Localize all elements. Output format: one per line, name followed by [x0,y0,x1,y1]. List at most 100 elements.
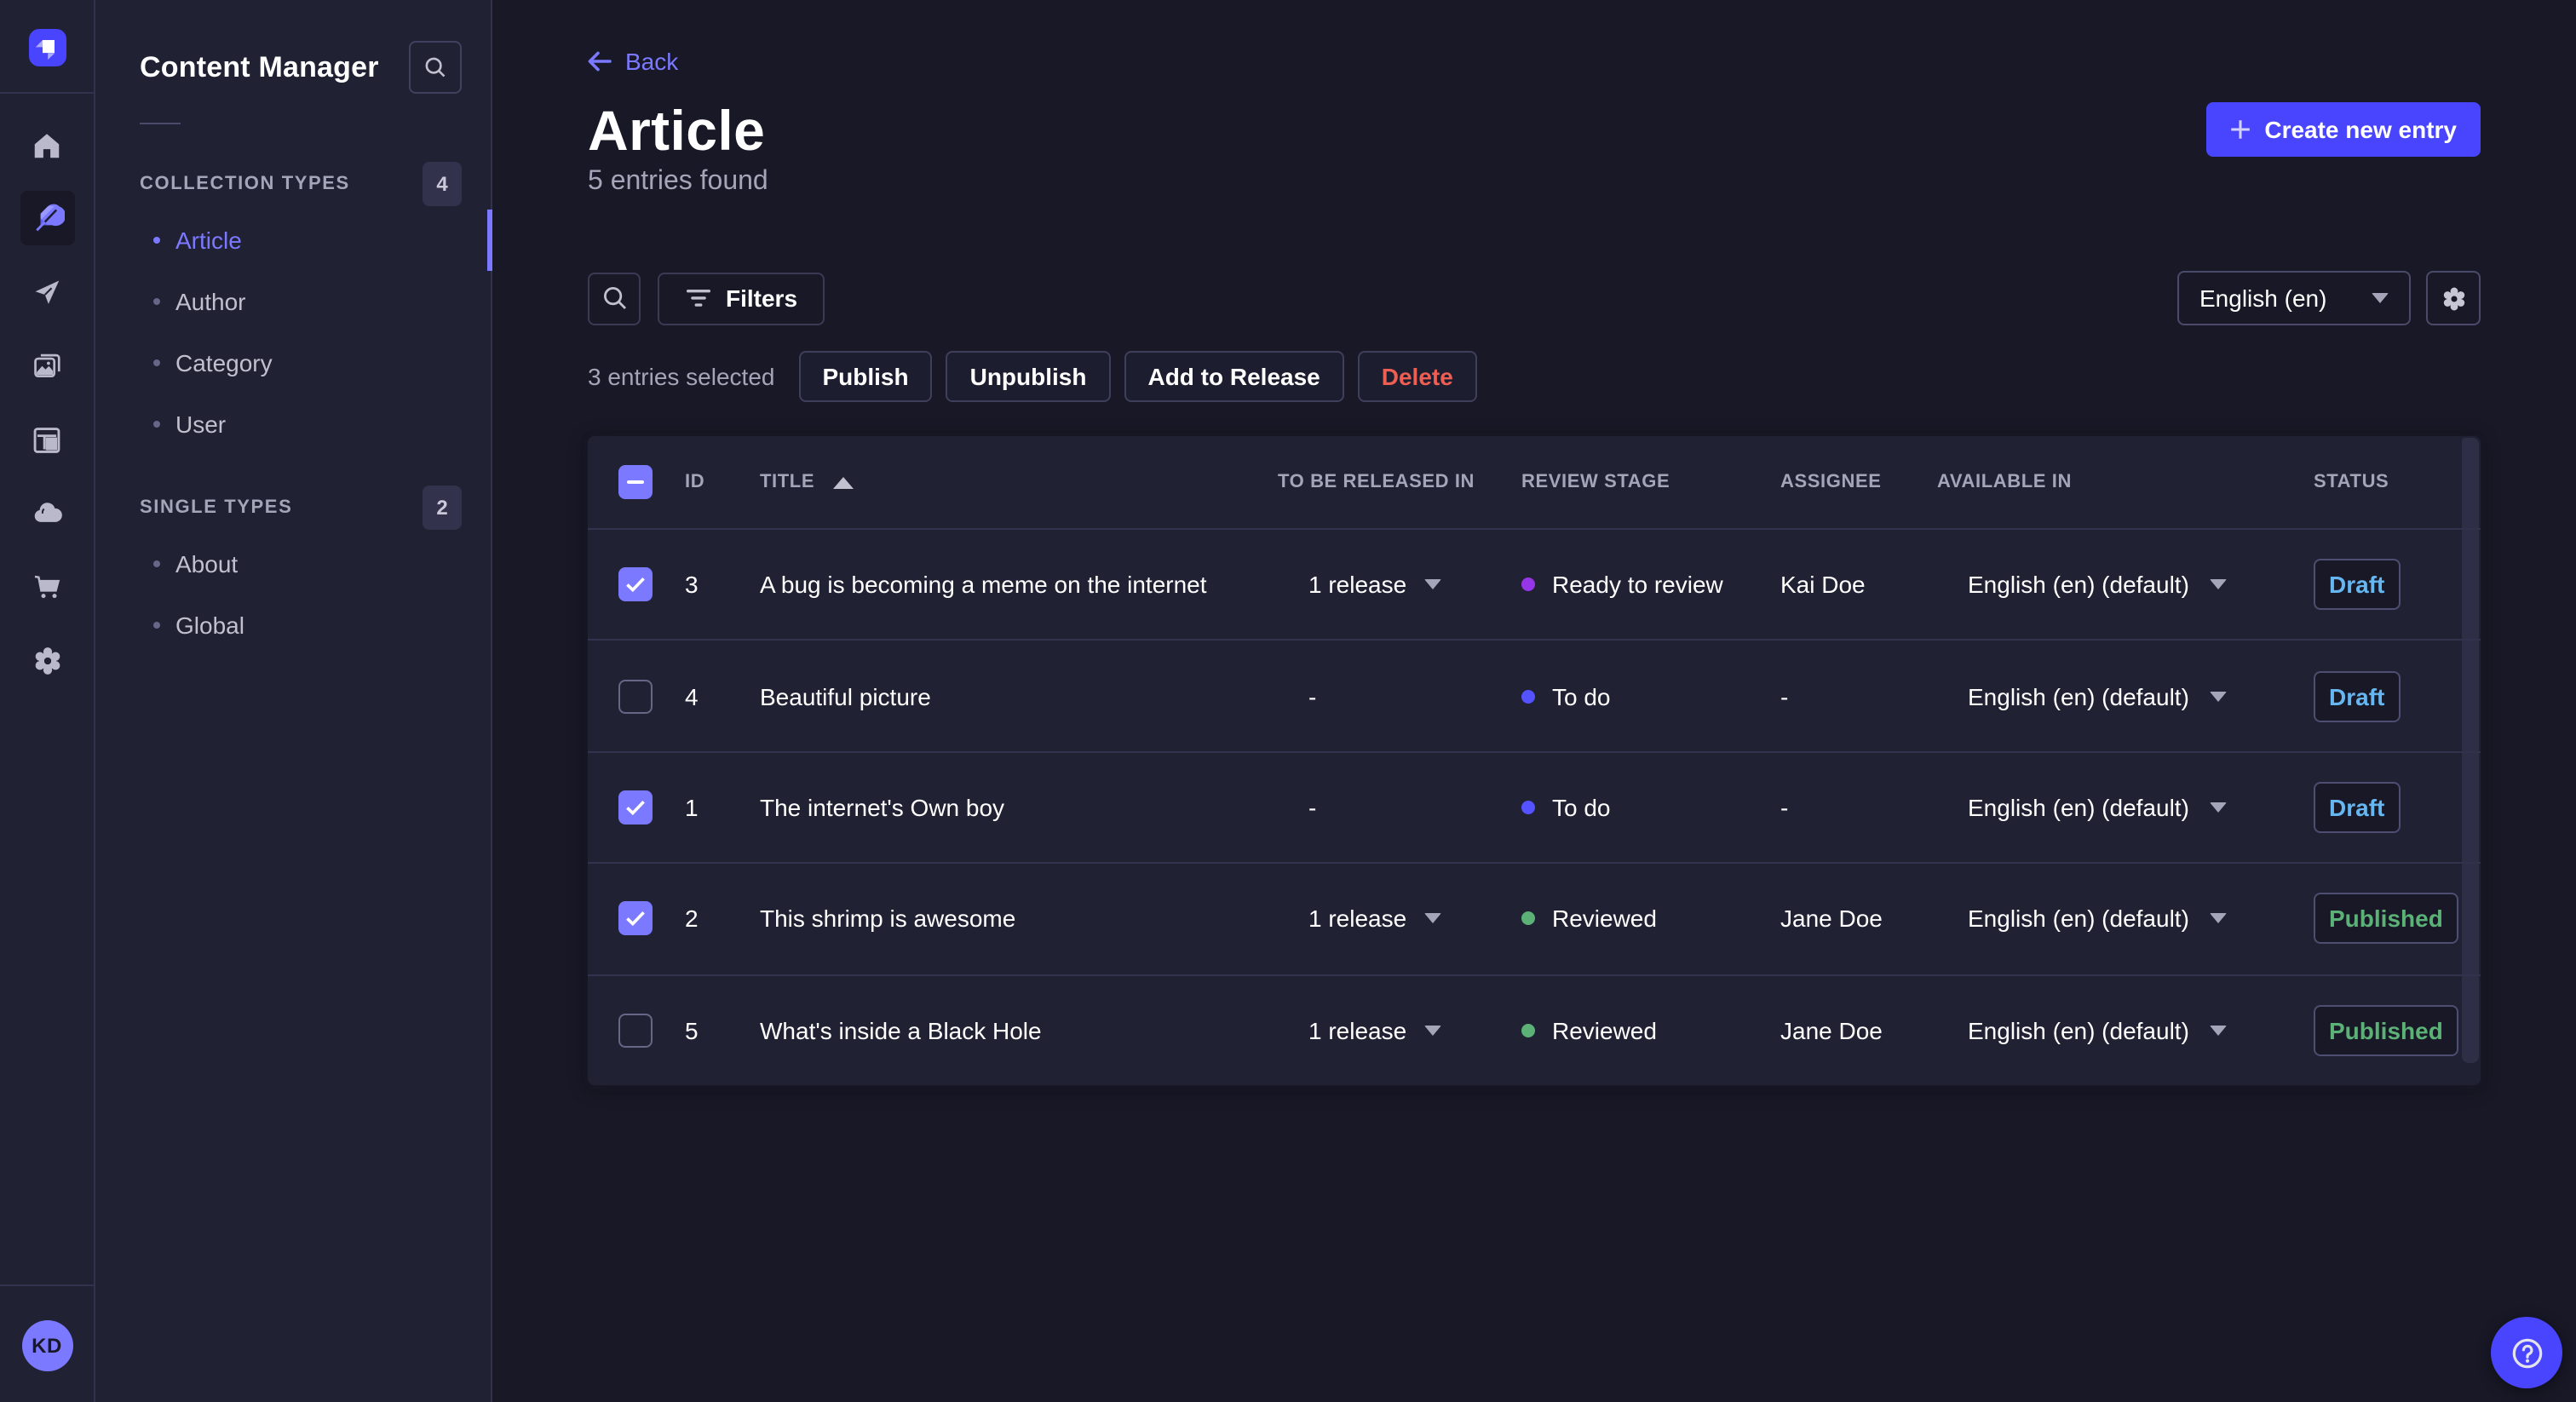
check-icon [626,800,645,816]
home-icon [34,133,60,158]
row-cell-review-stage: To do [1521,794,1780,821]
review-stage-value: Ready to review [1552,571,1723,599]
chevron-down-icon [2209,691,2227,702]
sidebar-item-label: Article [175,227,242,254]
table-row[interactable]: 3 A bug is becoming a meme on the intern… [588,528,2481,640]
bullet-icon [153,298,160,305]
create-new-entry-label: Create new entry [2264,116,2457,143]
row-checkbox[interactable] [618,567,653,602]
row-cell-available-in[interactable]: English (en) (default) [1937,905,2314,933]
list-settings-button[interactable] [2426,271,2481,325]
nav-item-deploy[interactable] [20,486,74,541]
sidebar-item-label: About [175,550,239,577]
locale-select[interactable]: English (en) [2177,271,2411,325]
nav-item-home[interactable] [20,118,74,172]
sidebar-item-category[interactable]: Category [95,332,491,394]
sidebar-item-label: Category [175,349,273,376]
row-cell-available-in[interactable]: English (en) (default) [1937,682,2314,710]
nav-item-content-manager[interactable] [20,191,74,246]
row-cell-status: Draft [2314,670,2481,722]
locale-value: English (en) [2199,284,2327,312]
table-row[interactable]: 4 Beautiful picture - To do - English (e… [588,639,2481,751]
nav-item-settings[interactable] [20,634,74,688]
search-button[interactable] [588,272,641,325]
table-row[interactable]: 2 This shrimp is awesome 1 release Revie… [588,862,2481,974]
collection-types-label: COLLECTION TYPES [140,174,350,194]
sort-ascending-icon [833,476,854,488]
strapi-logo-icon [34,40,55,60]
nav-item-media-library[interactable] [20,339,74,394]
nav-item-content-type-builder[interactable] [20,412,74,467]
avatar[interactable]: KD [21,1320,72,1371]
bullet-icon [153,560,160,567]
layout-icon [33,427,60,453]
row-cell-checkbox [588,790,685,825]
header-cell-id[interactable]: ID [685,472,746,492]
feather-pen-icon [35,204,64,232]
status-badge: Draft [2314,670,2401,722]
row-cell-released-in[interactable]: 1 release [1278,905,1521,933]
delete-button[interactable]: Delete [1357,351,1477,402]
review-stage-value: To do [1552,793,1611,821]
row-checkbox[interactable] [618,901,653,936]
header-cell-released-in[interactable]: TO BE RELEASED IN [1278,472,1521,492]
header-cell-available-in[interactable]: AVAILABLE IN [1937,472,2314,492]
sidebar-item-article[interactable]: Article [95,210,492,271]
row-cell-available-in[interactable]: English (en) (default) [1937,1017,2314,1044]
row-cell-review-stage: Ready to review [1521,571,1780,598]
strapi-logo[interactable] [28,29,66,66]
single-types-label: SINGLE TYPES [140,497,293,518]
back-link[interactable]: Back [588,48,678,75]
released-in-value: 1 release [1308,1016,1407,1044]
row-cell-available-in[interactable]: English (en) (default) [1937,794,2314,821]
add-to-release-button[interactable]: Add to Release [1124,351,1344,402]
entries-table: ID TITLE TO BE RELEASED IN REVIEW STAGE … [588,436,2481,1085]
row-checkbox[interactable] [618,679,653,714]
nav-item-marketplace[interactable] [20,560,74,615]
table-row[interactable]: 1 The internet's Own boy - To do - Engli… [588,750,2481,863]
bullet-icon [153,622,160,629]
released-in-value: - [1308,793,1317,821]
sidebar-item-global[interactable]: Global [95,595,491,656]
nav-divider-bottom [0,1284,94,1286]
chevron-down-icon [1423,913,1441,924]
row-cell-released-in[interactable]: 1 release [1278,571,1521,598]
sidebar-item-about[interactable]: About [95,533,491,595]
header-cell-assignee[interactable]: ASSIGNEE [1780,472,1937,492]
search-icon [425,57,446,78]
header-cell-title[interactable]: TITLE [746,472,1278,492]
unpublish-button[interactable]: Unpublish [946,351,1111,402]
table-row[interactable]: 5 What's inside a Black Hole 1 release R… [588,974,2481,1085]
sidebar-item-user[interactable]: User [95,394,491,455]
help-button[interactable] [2491,1317,2562,1388]
subnav-search-button[interactable] [409,41,462,94]
plus-icon [2231,120,2251,139]
filters-button[interactable]: Filters [658,272,825,325]
nav-icons [20,118,74,688]
chevron-down-icon [2209,802,2227,813]
sidebar-item-author[interactable]: Author [95,271,491,332]
header-cell-review-stage[interactable]: REVIEW STAGE [1521,472,1780,492]
row-checkbox[interactable] [618,790,653,825]
sub-nav-divider [140,123,181,124]
row-cell-released-in[interactable]: 1 release [1278,1017,1521,1044]
create-new-entry-button[interactable]: Create new entry [2206,102,2481,157]
available-in-value: English (en) (default) [1968,793,2189,821]
sidebar-item-label: Author [175,288,246,315]
row-cell-checkbox [588,1013,685,1048]
collection-types-list: Article Author Category User [95,210,492,455]
available-in-value: English (en) (default) [1968,571,2189,599]
row-cell-available-in[interactable]: English (en) (default) [1937,571,2314,598]
status-badge: Draft [2314,781,2401,833]
select-all-checkbox[interactable] [618,465,653,499]
nav-item-releases[interactable] [20,265,74,319]
row-checkbox[interactable] [618,1013,653,1048]
publish-button[interactable]: Publish [798,351,933,402]
single-types-count-badge: 2 [423,486,462,530]
main-nav: KD [0,0,95,1402]
row-cell-checkbox [588,567,685,602]
header-cell-status[interactable]: STATUS [2314,472,2481,492]
question-mark-icon [2511,1337,2542,1368]
bullet-icon [153,421,160,428]
row-cell-id: 4 [685,682,699,710]
